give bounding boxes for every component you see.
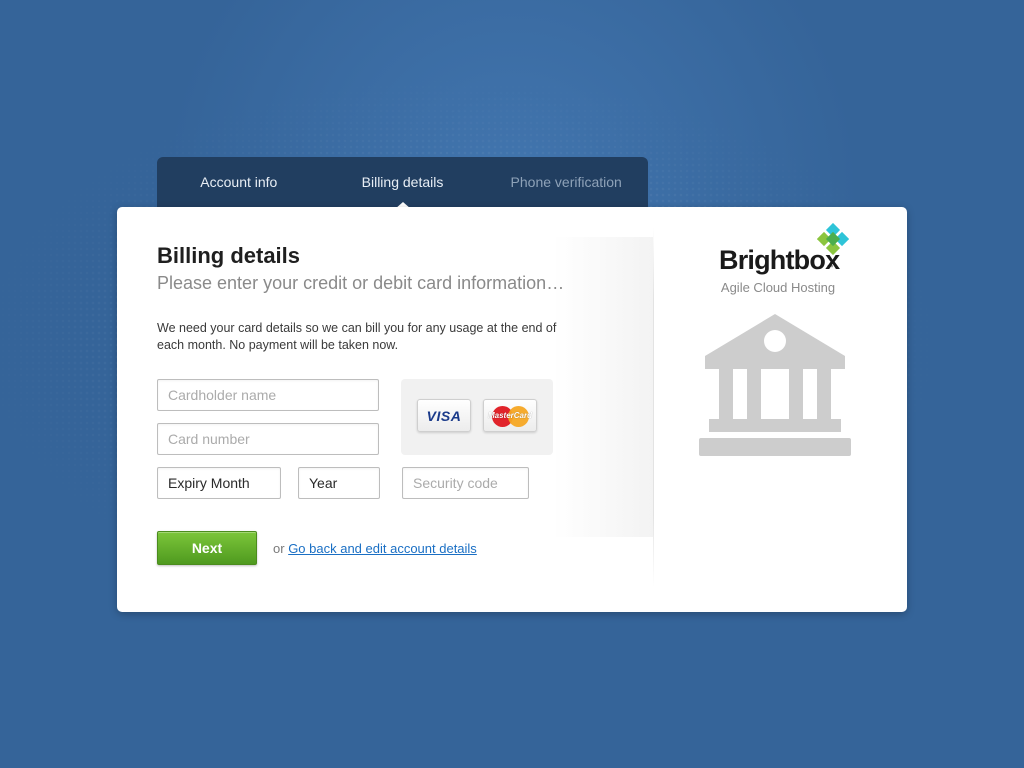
back-link-row: or Go back and edit account details: [273, 541, 477, 556]
billing-card: Billing details Please enter your credit…: [117, 207, 907, 612]
expiry-year-select[interactable]: Year: [298, 467, 380, 499]
billing-description: We need your card details so we can bill…: [157, 321, 557, 352]
panel-shadow: [553, 237, 653, 537]
security-code-input[interactable]: Security code: [402, 467, 529, 499]
page-title: Billing details: [157, 243, 301, 268]
next-button[interactable]: Next: [157, 531, 257, 565]
visa-wordmark: VISA: [426, 407, 462, 424]
mastercard-logo-icon: MasterCard: [483, 399, 537, 432]
or-text: or: [273, 541, 285, 556]
bank-icon: [699, 314, 851, 456]
brand-name: Brightbox: [719, 245, 840, 275]
panel-divider: [653, 227, 654, 587]
expiry-month-select[interactable]: Expiry Month: [157, 467, 281, 499]
progress-steps: Account info Billing details Phone verif…: [157, 157, 648, 209]
brand-tagline: Agile Cloud Hosting: [720, 280, 836, 295]
brightbox-logo: Brightbox ™ Agile Cloud Hosting: [717, 223, 849, 303]
step-phone-verification: Phone verification: [510, 174, 622, 190]
brand-trademark: ™: [827, 265, 833, 271]
page-subtitle: Please enter your credit or debit card i…: [157, 273, 565, 293]
visa-logo-icon: VISA: [417, 399, 471, 432]
mastercard-wordmark: MasterCard: [487, 411, 532, 420]
step-billing-details[interactable]: Billing details: [321, 157, 485, 209]
card-number-input[interactable]: Card number: [157, 423, 379, 455]
accepted-cards: VISA MasterCard: [401, 379, 553, 455]
back-to-account-link[interactable]: Go back and edit account details: [288, 541, 477, 556]
cardholder-name-input[interactable]: Cardholder name: [157, 379, 379, 411]
step-account-info[interactable]: Account info: [157, 157, 321, 209]
